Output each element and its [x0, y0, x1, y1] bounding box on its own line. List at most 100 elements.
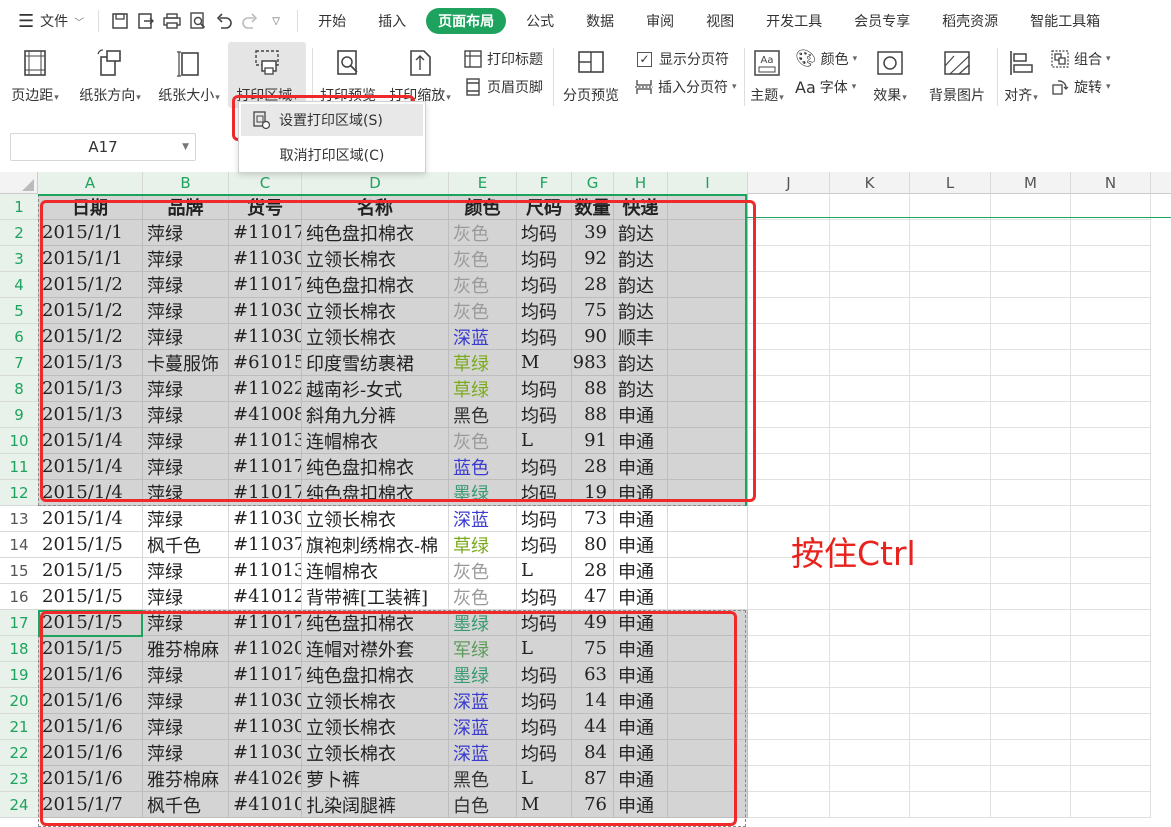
empty-cell[interactable]	[830, 402, 910, 428]
undo-button[interactable]	[211, 6, 237, 36]
sku-cell[interactable]: #41012	[229, 584, 302, 610]
empty-cell[interactable]	[748, 792, 830, 818]
empty-cell[interactable]	[1071, 480, 1151, 506]
color-cell[interactable]: 深蓝	[449, 324, 517, 350]
empty-cell[interactable]	[668, 688, 748, 714]
size-cell[interactable]: 均码	[517, 584, 572, 610]
column-header-N[interactable]: N	[1071, 172, 1151, 194]
row-header-17[interactable]: 17	[0, 610, 38, 636]
tab-3[interactable]: 公式	[514, 8, 566, 34]
column-header-I[interactable]: I	[668, 172, 748, 194]
color-cell[interactable]: 白色	[449, 792, 517, 818]
empty-cell[interactable]	[910, 428, 991, 454]
empty-cell[interactable]	[991, 506, 1071, 532]
empty-cell[interactable]	[1071, 324, 1151, 350]
show-page-breaks-checkbox[interactable]: ✓ 显示分页符	[634, 49, 738, 69]
page-break-preview-button[interactable]: 分页预览	[554, 42, 628, 108]
product-name-cell[interactable]: 纯色盘扣棉衣	[302, 454, 449, 480]
date-cell[interactable]: 2015/1/1	[38, 246, 143, 272]
empty-cell[interactable]	[748, 740, 830, 766]
brand-cell[interactable]: 萍绿	[143, 558, 229, 584]
sku-cell[interactable]: #41008	[229, 402, 302, 428]
empty-cell[interactable]	[748, 480, 830, 506]
empty-cell[interactable]	[668, 220, 748, 246]
quantity-cell[interactable]: 39	[572, 220, 614, 246]
date-cell[interactable]: 2015/1/6	[38, 766, 143, 792]
product-name-cell[interactable]: 立领长棉衣	[302, 298, 449, 324]
column-header-J[interactable]: J	[748, 172, 830, 194]
quantity-cell[interactable]: 75	[572, 636, 614, 662]
brand-cell[interactable]: 枫千色	[143, 792, 229, 818]
sku-cell[interactable]: #11017	[229, 220, 302, 246]
empty-cell[interactable]	[830, 428, 910, 454]
sku-cell[interactable]: #11020	[229, 636, 302, 662]
row-header-5[interactable]: 5	[0, 298, 38, 324]
empty-cell[interactable]	[748, 714, 830, 740]
empty-cell[interactable]	[830, 636, 910, 662]
size-cell[interactable]: 均码	[517, 688, 572, 714]
date-cell[interactable]: 2015/1/3	[38, 376, 143, 402]
empty-cell[interactable]	[748, 220, 830, 246]
quantity-cell[interactable]: 49	[572, 610, 614, 636]
clear-print-area-item[interactable]: 取消打印区域(C)	[239, 138, 425, 172]
color-cell[interactable]: 灰色	[449, 272, 517, 298]
column-header-H[interactable]: H	[614, 172, 668, 194]
date-cell[interactable]: 2015/1/6	[38, 688, 143, 714]
sku-cell[interactable]: #11017	[229, 610, 302, 636]
brand-cell[interactable]: 萍绿	[143, 610, 229, 636]
empty-cell[interactable]	[991, 350, 1071, 376]
empty-cell[interactable]	[748, 766, 830, 792]
empty-cell[interactable]	[668, 324, 748, 350]
sku-cell[interactable]: #11030	[229, 688, 302, 714]
brand-cell[interactable]: 雅芬棉麻	[143, 766, 229, 792]
quantity-cell[interactable]: 14	[572, 688, 614, 714]
tab-2[interactable]: 页面布局	[426, 8, 507, 34]
brand-cell[interactable]: 萍绿	[143, 298, 229, 324]
quantity-cell[interactable]: 28	[572, 558, 614, 584]
product-name-cell[interactable]: 背带裤[工装裤]	[302, 584, 449, 610]
courier-cell[interactable]: 申通	[614, 532, 668, 558]
empty-cell[interactable]	[1071, 636, 1151, 662]
empty-cell[interactable]	[991, 480, 1071, 506]
row-header-14[interactable]: 14	[0, 532, 38, 558]
product-name-cell[interactable]: 扎染阔腿裤	[302, 792, 449, 818]
insert-page-break-button[interactable]: 插入分页符 ▾	[634, 77, 738, 97]
name-box[interactable]: A17 ▼	[10, 133, 196, 161]
empty-cell[interactable]	[748, 584, 830, 610]
brand-cell[interactable]: 萍绿	[143, 454, 229, 480]
row-header-11[interactable]: 11	[0, 454, 38, 480]
size-cell[interactable]: 均码	[517, 298, 572, 324]
empty-cell[interactable]	[910, 636, 991, 662]
print-titles-button[interactable]: 打印标题	[463, 49, 547, 69]
tab-0[interactable]: 开始	[306, 8, 358, 34]
empty-cell[interactable]	[1071, 662, 1151, 688]
courier-cell[interactable]: 申通	[614, 714, 668, 740]
empty-cell[interactable]	[668, 454, 748, 480]
column-title-cell[interactable]: 日期	[38, 194, 143, 220]
product-name-cell[interactable]: 萝卜裤	[302, 766, 449, 792]
empty-cell[interactable]	[991, 402, 1071, 428]
empty-cell[interactable]	[830, 376, 910, 402]
empty-cell[interactable]	[668, 714, 748, 740]
empty-cell[interactable]	[991, 324, 1071, 350]
row-header-20[interactable]: 20	[0, 688, 38, 714]
empty-cell[interactable]	[991, 714, 1071, 740]
courier-cell[interactable]: 申通	[614, 662, 668, 688]
sku-cell[interactable]: #11013	[229, 558, 302, 584]
column-header-F[interactable]: F	[517, 172, 572, 194]
empty-cell[interactable]	[910, 324, 991, 350]
brand-cell[interactable]: 卡蔓服饰	[143, 350, 229, 376]
empty-cell[interactable]	[668, 558, 748, 584]
brand-cell[interactable]: 萍绿	[143, 480, 229, 506]
quantity-cell[interactable]: 28	[572, 454, 614, 480]
paper-size-button[interactable]: 纸张大小▾	[150, 42, 228, 108]
date-cell[interactable]: 2015/1/5	[38, 532, 143, 558]
product-name-cell[interactable]: 立领长棉衣	[302, 324, 449, 350]
date-cell[interactable]: 2015/1/3	[38, 350, 143, 376]
color-cell[interactable]: 草绿	[449, 350, 517, 376]
empty-cell[interactable]	[910, 584, 991, 610]
empty-cell[interactable]	[1071, 610, 1151, 636]
row-header-4[interactable]: 4	[0, 272, 38, 298]
empty-cell[interactable]	[1071, 350, 1151, 376]
sku-cell[interactable]: #41026	[229, 766, 302, 792]
